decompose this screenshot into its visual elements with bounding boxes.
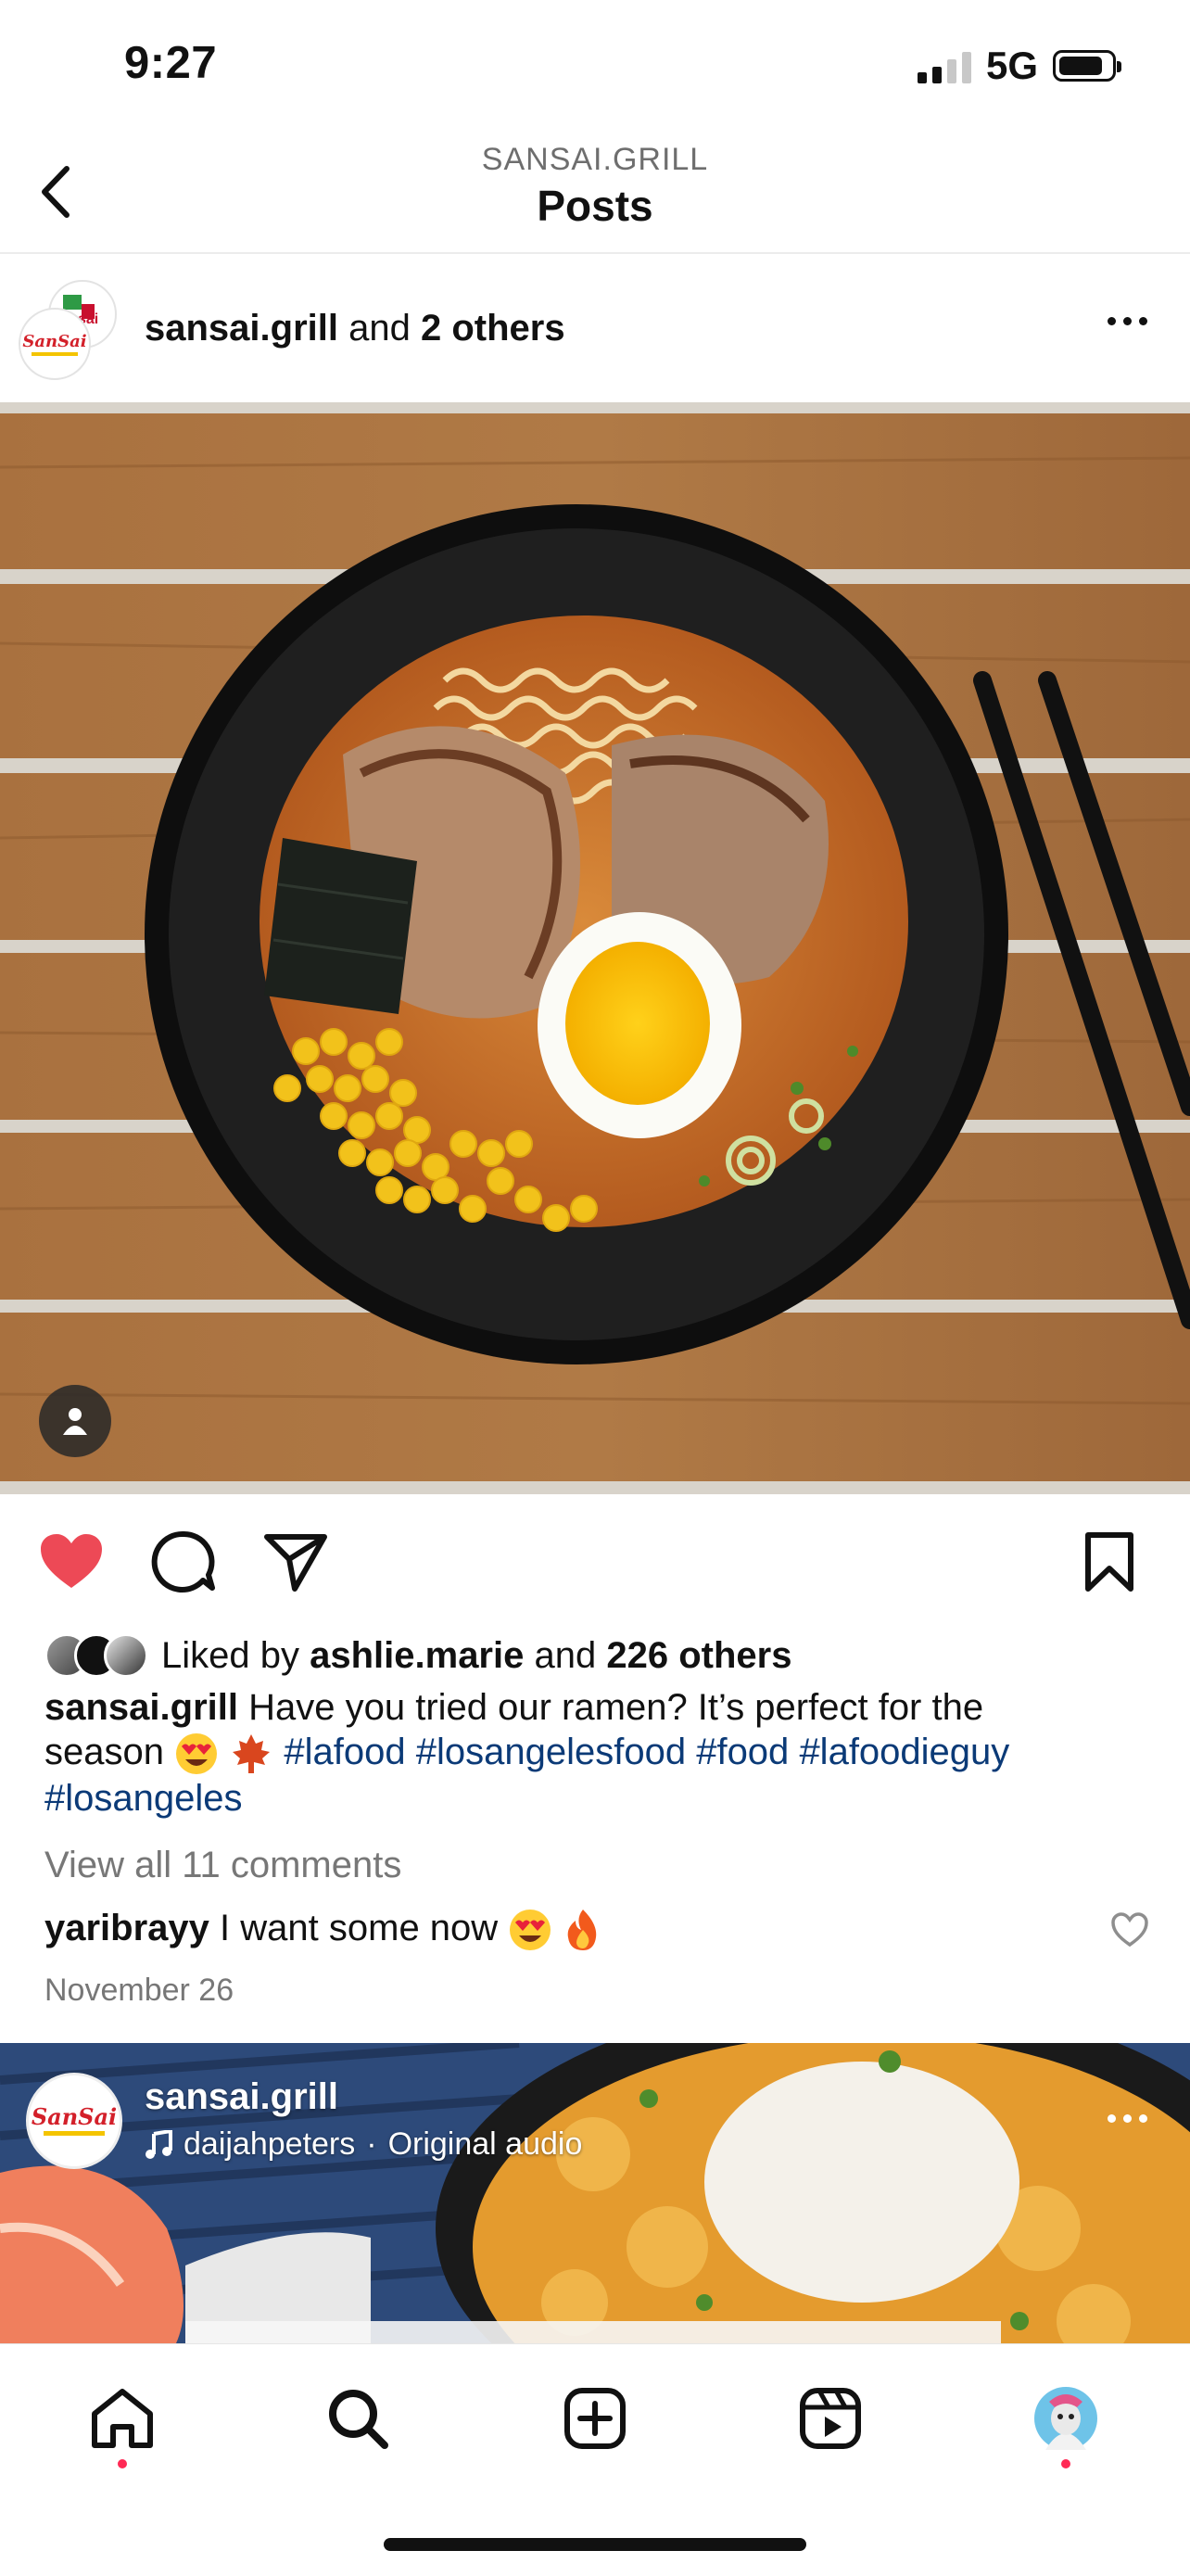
liked-by-user[interactable]: ashlie.marie — [310, 1635, 524, 1676]
post-actions — [0, 1520, 1190, 1604]
sansai-logo-text: SanSai — [22, 332, 87, 351]
hashtag[interactable]: #losangelesfood — [416, 1732, 686, 1772]
comment-username[interactable]: yaribrayy — [44, 1908, 209, 1948]
post-image[interactable] — [0, 402, 1190, 1494]
liked-by-prefix: Liked by — [161, 1634, 299, 1676]
liked-by-and: and — [534, 1634, 597, 1676]
hashtag[interactable]: #losangeles — [44, 1778, 243, 1819]
next-post-avatar[interactable]: SanSai — [26, 2073, 122, 2169]
save-button[interactable] — [1068, 1520, 1151, 1604]
comment-button[interactable] — [141, 1520, 224, 1604]
profile-notification-dot — [1061, 2459, 1070, 2468]
liker-avatar — [104, 1633, 148, 1678]
caption-username[interactable]: sansai.grill — [44, 1687, 238, 1728]
search-tab[interactable] — [311, 2372, 404, 2465]
hashtag[interactable]: #food — [696, 1732, 789, 1772]
post-date: November 26 — [44, 1973, 234, 2008]
post-caption: sansai.grill Have you tried our ramen? I… — [44, 1685, 1157, 1821]
bookmark-icon — [1085, 1532, 1133, 1592]
heart-eyes-emoji-icon — [176, 1733, 218, 1775]
caption-text: Have you tried our ramen? It’s perfect f… — [248, 1687, 984, 1728]
header-divider — [0, 252, 1190, 254]
fire-emoji-icon — [568, 1910, 597, 1951]
music-note-icon — [146, 2129, 172, 2159]
heart-outline-icon — [1111, 1912, 1148, 1948]
next-post-audio[interactable]: daijahpeters · Original audio — [145, 2126, 582, 2163]
header-username: SANSAI.GRILL — [481, 142, 709, 177]
sansai-logo-avatar: SanSai — [19, 308, 91, 380]
comment-row: yaribrayy I want some now — [44, 1908, 603, 1952]
next-post-more-button[interactable] — [1108, 2114, 1147, 2123]
person-icon — [63, 1408, 87, 1435]
tagged-people-button[interactable] — [39, 1385, 111, 1457]
post-owner-line[interactable]: sansai.grill and 2 others — [145, 308, 565, 349]
view-all-comments-link[interactable]: View all 11 comments — [44, 1845, 401, 1886]
audio-label: Original audio — [387, 2126, 583, 2162]
likes-row[interactable]: Liked by ashlie.marie and 226 others — [44, 1630, 791, 1681]
heart-filled-icon — [41, 1534, 102, 1588]
search-icon — [329, 2390, 388, 2449]
home-icon — [92, 2389, 153, 2448]
profile-avatar-icon — [1034, 2387, 1097, 2450]
create-tab[interactable] — [549, 2372, 641, 2465]
add-post-icon — [564, 2388, 626, 2449]
reels-tab[interactable] — [784, 2372, 877, 2465]
reels-icon — [800, 2388, 861, 2449]
sansai-logo-text: SanSai — [31, 2103, 118, 2130]
ramen-photo — [0, 402, 1190, 1494]
post-owner-name[interactable]: sansai.grill — [145, 308, 338, 349]
comment-like-button[interactable] — [1110, 1911, 1149, 1950]
comment-icon — [151, 1530, 215, 1593]
post-owner-and: and — [348, 308, 411, 349]
hashtag[interactable]: #lafood — [284, 1732, 405, 1772]
next-post-owner[interactable]: sansai.grill — [145, 2076, 338, 2118]
status-indicators: 5G — [917, 41, 1121, 91]
heart-eyes-emoji-icon — [510, 1910, 551, 1951]
share-button[interactable] — [254, 1520, 337, 1604]
status-time: 9:27 — [124, 38, 218, 88]
page-title: Posts — [537, 182, 653, 230]
profile-tab[interactable] — [1019, 2372, 1112, 2465]
signal-icon — [917, 48, 971, 83]
home-notification-dot — [118, 2459, 127, 2468]
post-collaborators[interactable]: 2 others — [421, 308, 565, 349]
like-button[interactable] — [30, 1520, 113, 1604]
liked-by-count[interactable]: 226 others — [606, 1635, 791, 1676]
more-options-button[interactable] — [1108, 317, 1147, 325]
hashtag[interactable]: #lafoodieguy — [799, 1732, 1009, 1772]
network-type: 5G — [985, 44, 1038, 87]
audio-separator: · — [366, 2126, 377, 2162]
comment-text: I want some now — [220, 1908, 499, 1948]
collab-avatars[interactable]: sai SanSai — [19, 278, 120, 380]
audio-user: daijahpeters — [184, 2126, 356, 2162]
caption-text-2: season — [44, 1732, 164, 1772]
send-icon — [264, 1534, 327, 1592]
likes-text[interactable]: Liked by ashlie.marie and 226 others — [161, 1635, 791, 1677]
maple-leaf-emoji-icon — [233, 1734, 271, 1774]
home-tab[interactable] — [76, 2372, 169, 2465]
battery-icon — [1053, 50, 1121, 82]
home-indicator[interactable] — [384, 2538, 806, 2551]
